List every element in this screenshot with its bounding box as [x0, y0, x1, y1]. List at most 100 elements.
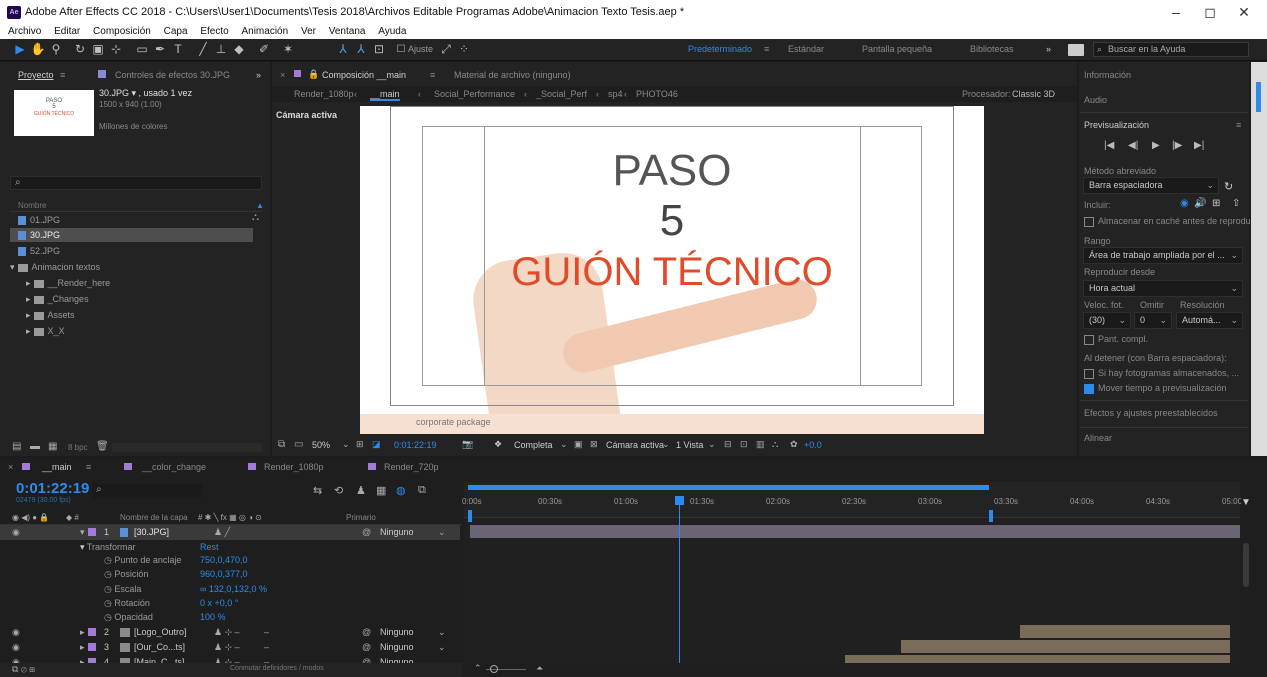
right-edge-scrollbar[interactable]	[1251, 62, 1267, 456]
snap-options-icon[interactable]: ⤢	[438, 42, 454, 57]
panel-more-icon[interactable]: »	[256, 70, 261, 80]
workspace-estandar[interactable]: Estándar	[788, 44, 824, 54]
playfrom-dropdown[interactable]: Hora actual ⌄	[1083, 280, 1243, 297]
include-video-icon[interactable]: ◉	[1180, 198, 1189, 209]
stop-opt1-checkbox[interactable]	[1084, 368, 1094, 379]
layer-name[interactable]: [Logo_Outro]	[134, 627, 187, 637]
mask-visibility-icon[interactable]: ◪	[372, 439, 381, 450]
prop-value[interactable]: ∞ 132,0,132,0 %	[200, 584, 267, 594]
bit-depth-label[interactable]: 8 bpc	[68, 443, 88, 452]
graph-editor-icon[interactable]: ⧉	[418, 484, 426, 497]
rotate-tool-icon[interactable]: ↻	[72, 42, 88, 57]
timeline-icon[interactable]: ▥	[756, 439, 765, 450]
layer-duration-bar[interactable]	[844, 655, 1230, 663]
switch-dash-icon[interactable]: –	[264, 642, 269, 652]
label-column-icon[interactable]: ◆ #	[66, 513, 79, 522]
panel-previsualizacion[interactable]: Previsualización	[1084, 120, 1149, 130]
camera-view-value[interactable]: Cámara activa	[606, 440, 664, 450]
tab-timeline-main[interactable]: __main	[42, 462, 72, 472]
tab-composicion[interactable]: Composición __main	[322, 70, 406, 80]
selection-tool-icon[interactable]: ▶	[12, 42, 28, 57]
chevron-down-icon[interactable]: ⌄	[438, 527, 446, 538]
layer-row[interactable]: ◉ ▾ 1 [30.JPG] ♟ ╱ @ Ninguno ⌄	[0, 525, 460, 540]
include-overlays-icon[interactable]: ⊞	[1212, 198, 1220, 209]
parent-dropdown[interactable]: Ninguno	[380, 642, 414, 652]
expand-arrow-icon[interactable]: ▾	[80, 527, 85, 538]
shy-layers-icon[interactable]: ♟	[356, 484, 366, 497]
new-folder-icon[interactable]: ▬	[30, 441, 40, 452]
work-area-end-handle[interactable]	[989, 510, 994, 522]
camera-tool-icon[interactable]: ▣	[90, 42, 106, 57]
menu-editar[interactable]: Editar	[54, 25, 80, 39]
prop-value[interactable]: 100 %	[200, 612, 226, 622]
stopwatch-icon[interactable]: ◷	[104, 555, 114, 565]
menu-efecto[interactable]: Efecto	[200, 25, 228, 39]
project-search-input[interactable]: ⌕	[10, 176, 262, 190]
flowchart-icon[interactable]: ⛬	[252, 212, 259, 223]
layer-row[interactable]: ◉ ▸ 3 [Our_Co...ts] ♟ ⊹ – – @ Ninguno ⌄	[0, 640, 460, 655]
prop-value[interactable]: 0 x +0,0 °	[200, 598, 238, 608]
skip-dropdown[interactable]: 0 ⌄	[1134, 312, 1172, 329]
draft-3d-icon[interactable]: ⟲	[334, 484, 343, 497]
axis-world-icon[interactable]: ⅄	[353, 42, 369, 57]
comp-menu-icon[interactable]: ≡	[430, 70, 435, 80]
fullscreen-checkbox[interactable]	[1084, 334, 1094, 345]
menu-capa[interactable]: Capa	[164, 25, 188, 39]
pickwhip-icon[interactable]: @	[362, 642, 371, 652]
play-icon[interactable]: ▶	[1152, 140, 1160, 151]
layer-name[interactable]: [30.JPG]	[134, 527, 169, 537]
composition-viewer[interactable]: PASO 5 GUIÓN TÉCNICO corporate package	[360, 106, 984, 434]
reset-exposure-icon[interactable]: ✿	[790, 439, 798, 450]
breadcrumb-item[interactable]: Render_1080p	[294, 89, 354, 99]
brush-tool-icon[interactable]: ╱	[195, 42, 211, 57]
workspace-more-icon[interactable]: »	[1046, 44, 1051, 54]
tab-proyecto[interactable]: Proyecto	[18, 70, 54, 80]
chevron-down-icon[interactable]: ⌄	[560, 439, 568, 450]
playhead-handle[interactable]	[675, 496, 685, 505]
preview-menu-icon[interactable]: ≡	[1236, 120, 1241, 130]
text-tool-icon[interactable]: T	[170, 42, 186, 57]
shy-switch-icon[interactable]: ♟ ╱	[214, 527, 230, 538]
pen-tool-icon[interactable]: ✒	[152, 42, 168, 57]
first-frame-icon[interactable]: |◀	[1104, 140, 1114, 151]
timeline-zoom-slider[interactable]: ⌃ ⏶	[464, 663, 584, 677]
workspace-predeterminado[interactable]: Predeterminado	[688, 44, 752, 54]
snap-checkbox-icon[interactable]: ☐	[393, 42, 409, 57]
list-item-folder[interactable]: ▸ _Changes	[26, 292, 89, 306]
tab-timeline-render720[interactable]: Render_720p	[384, 462, 439, 472]
breadcrumb-item[interactable]: PHOTO46	[636, 89, 678, 99]
workspace-toggle-icon[interactable]	[1068, 44, 1084, 56]
pickwhip-icon[interactable]: @	[362, 627, 371, 637]
maximize-button[interactable]: ◻	[1194, 2, 1226, 22]
snap-grid-icon[interactable]: ⁘	[456, 42, 472, 57]
reset-icon[interactable]: ↻	[1224, 180, 1233, 193]
always-preview-icon[interactable]: ⧉	[278, 439, 285, 450]
parent-dropdown[interactable]: Ninguno	[380, 627, 414, 637]
breadcrumb-item[interactable]: sp4	[608, 89, 623, 99]
toggle-switches-modes-button[interactable]: Conmutar definidores / modos	[230, 665, 324, 672]
new-composition-icon[interactable]: ▦	[48, 441, 57, 452]
zoom-in-icon[interactable]: ⏶	[536, 663, 543, 674]
menu-ayuda[interactable]: Ayuda	[378, 25, 406, 39]
tab-timeline-render1080[interactable]: Render_1080p	[264, 462, 324, 472]
frame-blending-icon[interactable]: ▦	[376, 484, 386, 497]
timeline-timecode[interactable]: 0:01:22:19	[16, 480, 89, 497]
interpret-footage-icon[interactable]: ▤	[12, 441, 21, 452]
list-item[interactable]: 01.JPG	[18, 213, 60, 227]
zoom-slider-handle[interactable]	[490, 665, 498, 673]
menu-ver[interactable]: Ver	[301, 25, 316, 39]
menu-archivo[interactable]: Archivo	[8, 25, 41, 39]
chevron-down-icon[interactable]: ⌄	[708, 439, 716, 450]
cache-checkbox-row[interactable]: Almacenar en caché antes de reprodu	[1084, 216, 1251, 227]
pan-behind-tool-icon[interactable]: ⊹	[108, 42, 124, 57]
list-item[interactable]: 30.JPG	[18, 228, 60, 242]
resolution-dropdown[interactable]: Automá... ⌄	[1176, 312, 1243, 329]
project-panel-menu-icon[interactable]: ≡	[60, 70, 65, 80]
panel-efectos[interactable]: Efectos y ajustes preestablecidos	[1084, 408, 1218, 418]
label-color-icon[interactable]	[88, 643, 96, 651]
footage-name[interactable]: 30.JPG ▾ , usado 1 vez	[99, 88, 192, 99]
axis-view-icon[interactable]: ⊡	[371, 42, 387, 57]
visibility-icon[interactable]: ◉	[12, 627, 20, 638]
comp-mini-flowchart-icon[interactable]: ⇆	[313, 484, 322, 497]
panel-audio[interactable]: Audio	[1084, 95, 1107, 105]
